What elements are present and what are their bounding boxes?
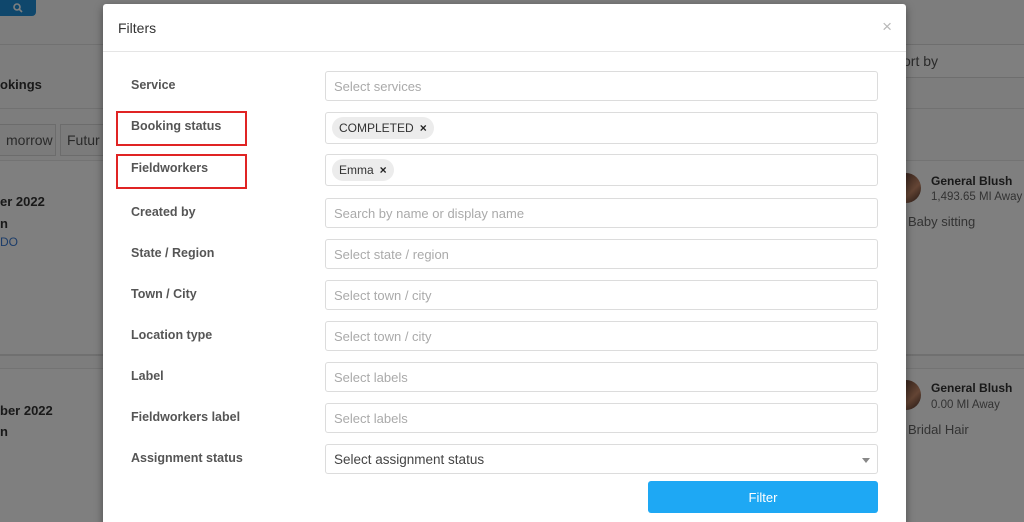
location-type-placeholder: Select town / city — [334, 328, 432, 344]
town-city-label: Town / City — [131, 287, 197, 301]
created-by-input[interactable]: Search by name or display name — [325, 198, 878, 228]
assignment-status-label: Assignment status — [131, 451, 243, 465]
town-city-placeholder: Select town / city — [334, 287, 432, 303]
highlight-box-booking-status — [116, 111, 247, 146]
location-type-label: Location type — [131, 328, 213, 342]
highlight-box-fieldworkers — [116, 154, 247, 189]
location-type-select[interactable]: Select town / city — [325, 321, 878, 351]
chevron-down-icon — [862, 458, 870, 463]
created-by-placeholder: Search by name or display name — [334, 205, 525, 221]
filters-modal: Filters × Service Select services Bookin… — [103, 4, 906, 522]
fieldworkers-label-label: Fieldworkers label — [131, 410, 241, 424]
service-select[interactable]: Select services — [325, 71, 878, 101]
modal-title: Filters — [118, 19, 157, 36]
filter-row-assignment-status: Assignment status Select assignment stat… — [103, 444, 906, 474]
modal-header: Filters × — [103, 4, 906, 52]
filter-row-label: Label Select labels — [103, 362, 906, 392]
state-region-select[interactable]: Select state / region — [325, 239, 878, 269]
filter-row-town-city: Town / City Select town / city — [103, 280, 906, 310]
label-placeholder: Select labels — [334, 369, 408, 385]
close-icon[interactable]: × — [882, 18, 892, 35]
remove-tag-icon[interactable]: × — [380, 163, 387, 177]
filter-row-service: Service Select services — [103, 71, 906, 101]
state-region-placeholder: Select state / region — [334, 246, 449, 262]
remove-tag-icon[interactable]: × — [420, 121, 427, 135]
label-label: Label — [131, 369, 164, 383]
filter-row-fieldworkers-label: Fieldworkers label Select labels — [103, 403, 906, 433]
service-label: Service — [131, 78, 176, 92]
created-by-label: Created by — [131, 205, 196, 219]
town-city-select[interactable]: Select town / city — [325, 280, 878, 310]
state-region-label: State / Region — [131, 246, 215, 260]
filter-row-created-by: Created by Search by name or display nam… — [103, 198, 906, 228]
fieldworkers-label-select[interactable]: Select labels — [325, 403, 878, 433]
booking-status-select[interactable]: COMPLETED × — [325, 112, 878, 144]
fieldworkers-select[interactable]: Emma × — [325, 154, 878, 186]
tag-label: COMPLETED — [339, 121, 414, 135]
label-select[interactable]: Select labels — [325, 362, 878, 392]
assignment-status-value: Select assignment status — [334, 451, 485, 467]
filter-row-state-region: State / Region Select state / region — [103, 239, 906, 269]
filter-row-location-type: Location type Select town / city — [103, 321, 906, 351]
filter-button[interactable]: Filter — [648, 481, 878, 513]
assignment-status-dropdown[interactable]: Select assignment status — [325, 444, 878, 474]
tag-completed: COMPLETED × — [332, 117, 434, 139]
fieldworkers-label-placeholder: Select labels — [334, 410, 408, 426]
service-placeholder: Select services — [334, 78, 422, 94]
tag-label: Emma — [339, 163, 374, 177]
tag-emma: Emma × — [332, 159, 394, 181]
